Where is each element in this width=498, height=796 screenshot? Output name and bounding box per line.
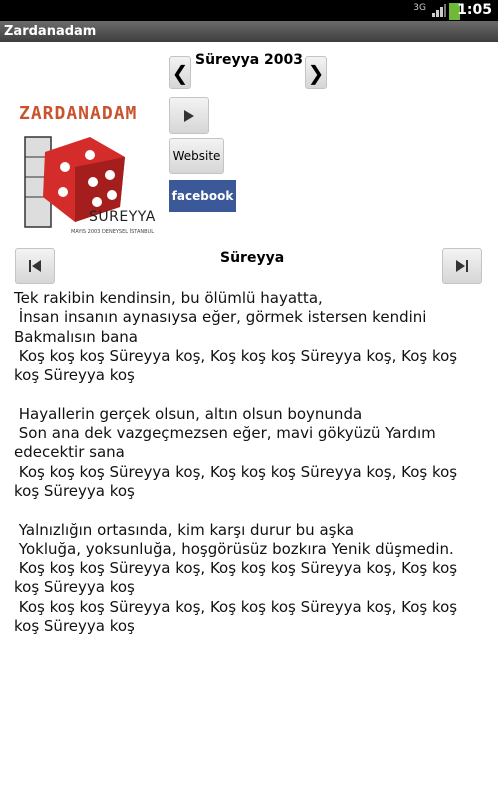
previous-album-button[interactable]: ❮ bbox=[169, 56, 191, 89]
app-title-bar: Zardanadam bbox=[0, 21, 498, 42]
chevron-right-icon: ❯ bbox=[307, 60, 325, 85]
status-bar: 3G 1:05 bbox=[0, 0, 498, 21]
next-song-button[interactable] bbox=[442, 248, 482, 284]
chevron-left-icon: ❮ bbox=[171, 60, 189, 85]
previous-song-button[interactable] bbox=[15, 248, 55, 284]
skip-previous-icon bbox=[29, 260, 41, 272]
logo-name: SUREYYA bbox=[89, 209, 156, 225]
network-type: 3G bbox=[413, 3, 426, 13]
skip-next-icon bbox=[456, 260, 468, 272]
logo-caption: MAYIS 2003 DENEYSEL İSTANBUL bbox=[71, 229, 154, 235]
song-title: Süreyya bbox=[220, 250, 285, 266]
play-icon bbox=[184, 109, 194, 122]
website-button[interactable]: Website bbox=[169, 138, 224, 174]
facebook-button[interactable]: facebook bbox=[169, 180, 236, 212]
lyrics-text: Tek rakibin kendinsin, bu ölümlü hayatta… bbox=[14, 289, 458, 636]
album-logo: ZARDANADAM SUREYYA MAYIS 2003 DENEYSEL İ… bbox=[15, 97, 160, 247]
signal-icon bbox=[432, 4, 446, 17]
album-title: Süreyya 2003 bbox=[195, 52, 303, 68]
clock: 1:05 bbox=[457, 2, 492, 18]
play-button[interactable] bbox=[169, 97, 209, 134]
next-album-button[interactable]: ❯ bbox=[305, 56, 327, 89]
